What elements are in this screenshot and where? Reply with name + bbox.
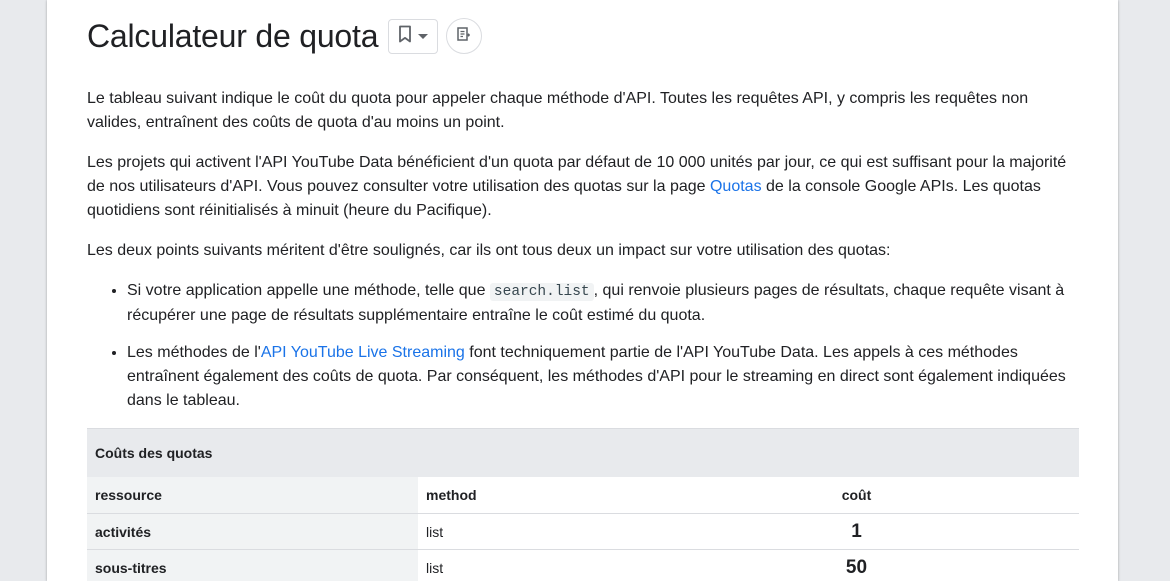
bullet-one-text-start: Si votre application appelle une méthode… xyxy=(127,282,490,299)
cost-column-header: coût xyxy=(634,477,1079,514)
quota-default-paragraph: Les projets qui activent l'API YouTube D… xyxy=(87,151,1082,223)
bullet-two-text-start: Les méthodes de l' xyxy=(127,344,261,361)
resource-column-header: ressource xyxy=(87,477,418,514)
copy-link-button[interactable] xyxy=(446,18,483,54)
table-row: sous-titres list 50 xyxy=(87,549,1079,581)
quota-costs-table: Coûts des quotas ressource method coût a… xyxy=(87,428,1079,581)
table-caption: Coûts des quotas xyxy=(87,428,1079,477)
quotas-link[interactable]: Quotas xyxy=(710,178,762,195)
method-column-header: method xyxy=(418,477,634,514)
live-streaming-api-link[interactable]: API YouTube Live Streaming xyxy=(261,344,465,361)
cost-cell: 50 xyxy=(634,549,1079,581)
copy-link-icon xyxy=(456,26,472,47)
points-intro-paragraph: Les deux points suivants méritent d'être… xyxy=(87,239,1082,263)
resource-cell: activités xyxy=(87,513,418,550)
list-item: Les méthodes de l'API YouTube Live Strea… xyxy=(127,341,1082,413)
caret-down-icon xyxy=(418,27,429,45)
list-item: Si votre application appelle une méthode… xyxy=(127,279,1082,328)
cost-cell: 1 xyxy=(634,513,1079,550)
search-list-code: search.list xyxy=(489,283,594,301)
title-row: Calculateur de quota xyxy=(87,17,483,55)
docs-page: Calculateur de quota Le tableau suivant … xyxy=(47,0,1118,581)
page-title: Calculateur de quota xyxy=(87,17,379,54)
bookmark-icon xyxy=(398,25,412,48)
bookmark-button[interactable] xyxy=(388,18,439,54)
points-intro-text: Les deux points suivants méritent d'être… xyxy=(87,242,891,259)
resource-cell: sous-titres xyxy=(87,549,418,581)
points-list: Si votre application appelle une méthode… xyxy=(87,279,1082,426)
intro-text: Le tableau suivant indique le coût du qu… xyxy=(87,90,1029,131)
table-row: activités list 1 xyxy=(87,513,1079,550)
method-cell: list xyxy=(418,513,634,550)
intro-paragraph: Le tableau suivant indique le coût du qu… xyxy=(87,87,1082,135)
method-cell: list xyxy=(418,549,634,581)
